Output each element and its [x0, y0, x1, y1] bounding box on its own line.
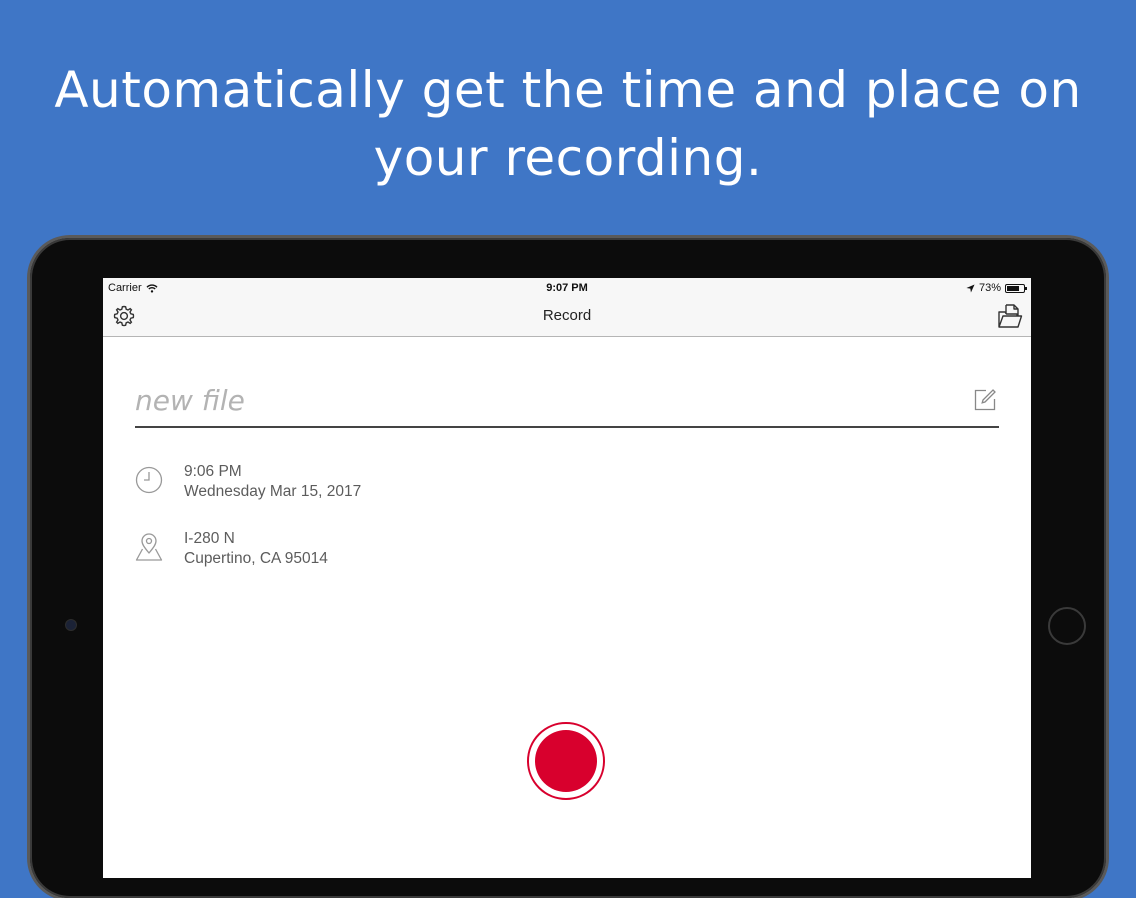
edit-icon	[974, 389, 996, 411]
headline-line-1: Automatically get the time and place on	[54, 61, 1082, 119]
location-info-row: I-280 N Cupertino, CA 95014	[135, 529, 735, 573]
status-right: 73%	[966, 282, 1027, 294]
location-street: I-280 N	[184, 530, 235, 547]
location-info-text: I-280 N Cupertino, CA 95014	[184, 529, 328, 569]
file-name-field	[135, 378, 999, 428]
time-info-text: 9:06 PM Wednesday Mar 15, 2017	[184, 462, 361, 502]
recording-date: Wednesday Mar 15, 2017	[184, 483, 362, 500]
clock-icon	[135, 466, 163, 494]
page-title: Record	[542, 307, 592, 324]
camera-dot	[66, 620, 76, 630]
navigation-bar: Record	[103, 298, 1031, 337]
battery-icon	[1005, 283, 1027, 293]
files-button[interactable]	[997, 302, 1023, 330]
battery-percent: 73%	[978, 282, 1001, 294]
folder-icon	[998, 304, 1023, 328]
location-arrow-icon	[966, 283, 975, 293]
time-info-row: 9:06 PM Wednesday Mar 15, 2017	[135, 462, 735, 506]
recording-time: 9:06 PM	[184, 463, 242, 480]
status-bar: Carrier 9:07 PM 73%	[103, 278, 1031, 298]
map-pin-icon	[135, 533, 163, 561]
record-dot	[535, 730, 597, 792]
app-screen: Carrier 9:07 PM 73% Record new file 9:06…	[103, 278, 1031, 878]
headline: Automatically get the time and place on …	[0, 56, 1136, 192]
location-city: Cupertino, CA 95014	[184, 550, 328, 567]
headline-line-2: your recording.	[373, 129, 763, 187]
status-time: 9:07 PM	[546, 282, 588, 294]
edit-name-button[interactable]	[973, 388, 997, 412]
battery-level	[1007, 285, 1019, 291]
record-button[interactable]	[527, 722, 605, 800]
home-button[interactable]	[1048, 607, 1086, 645]
file-name-input[interactable]	[135, 378, 955, 422]
